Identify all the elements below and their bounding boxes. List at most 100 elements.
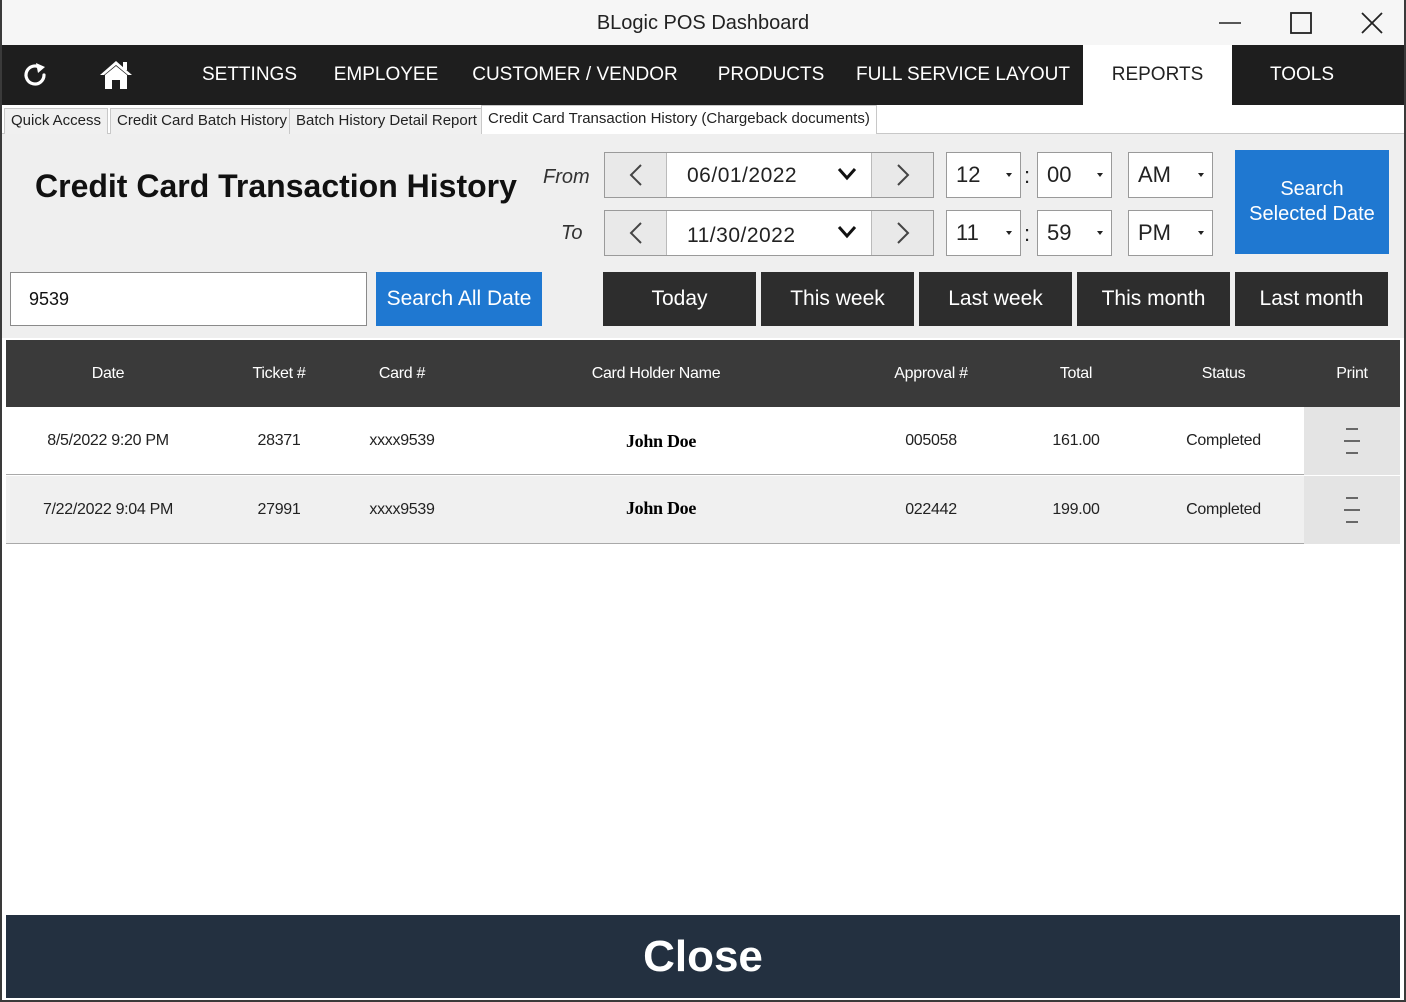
from-date-value: 06/01/2022	[687, 164, 798, 187]
today-button[interactable]: Today	[603, 272, 756, 326]
cell-card-holder-name: John Doe	[625, 431, 697, 451]
close-button[interactable]: Close	[6, 915, 1400, 998]
nav-customer-vendor[interactable]: CUSTOMER / VENDOR	[464, 45, 686, 105]
tab-credit-card-batch-history[interactable]: Credit Card Batch History	[110, 108, 295, 134]
to-ampm-value: PM	[1138, 220, 1171, 245]
title-bar: BLogic POS Dashboard	[2, 0, 1404, 45]
cell-total: 161.00	[1052, 432, 1100, 449]
minimize-icon	[1219, 22, 1241, 24]
to-ampm-select[interactable]: PM	[1128, 210, 1213, 256]
cell-approval: 022442	[905, 501, 957, 518]
chevron-down-icon	[837, 226, 857, 239]
main-nav: SETTINGS EMPLOYEE CUSTOMER / VENDOR PROD…	[2, 45, 1404, 105]
maximize-icon	[1290, 12, 1312, 34]
window-close-button[interactable]	[1344, 4, 1400, 42]
col-approval[interactable]: Approval #	[866, 340, 996, 407]
cell-status: Completed	[1186, 432, 1261, 449]
to-label: To	[561, 222, 583, 244]
to-date-picker[interactable]: 11/30/2022	[604, 210, 934, 256]
to-date-dropdown[interactable]	[837, 222, 857, 247]
this-week-button[interactable]: This week	[761, 272, 914, 326]
dropdown-arrow-icon	[1198, 173, 1204, 177]
last-month-button[interactable]: Last month	[1235, 272, 1388, 326]
menu-icon	[1344, 497, 1360, 523]
minimize-button[interactable]	[1202, 4, 1258, 42]
to-minute-select[interactable]: 59	[1037, 210, 1112, 256]
filter-panel: Credit Card Transaction History From To …	[2, 134, 1404, 338]
nav-tools[interactable]: TOOLS	[1242, 45, 1362, 105]
page-title: Credit Card Transaction History	[35, 168, 517, 204]
dropdown-arrow-icon	[1198, 231, 1204, 235]
table-empty-area	[6, 545, 1400, 915]
print-button[interactable]	[1304, 407, 1400, 475]
this-month-button[interactable]: This month	[1077, 272, 1230, 326]
cell-approval: 005058	[905, 432, 957, 449]
table-row[interactable]: 8/5/2022 9:20 PM 28371 xxxx9539 John Doe…	[6, 407, 1400, 475]
nav-reports[interactable]: REPORTS	[1083, 45, 1232, 105]
tab-batch-history-detail-report[interactable]: Batch History Detail Report	[289, 108, 484, 134]
from-minute-value: 00	[1047, 162, 1072, 187]
col-card-holder-name[interactable]: Card Holder Name	[556, 340, 756, 407]
from-date-next-button[interactable]	[871, 153, 933, 197]
maximize-button[interactable]	[1273, 4, 1329, 42]
table-header: Date Ticket # Card # Card Holder Name Ap…	[6, 340, 1400, 407]
to-hour-value: 11	[956, 220, 979, 245]
tab-credit-card-transaction-history[interactable]: Credit Card Transaction History (Chargeb…	[481, 105, 877, 135]
col-date[interactable]: Date	[28, 340, 188, 407]
from-hour-value: 12	[956, 162, 981, 187]
app-window: BLogic POS Dashboard SETTINGS EMPLOYEE C…	[0, 0, 1406, 1002]
chevron-right-icon	[896, 222, 909, 244]
chevron-left-icon	[629, 222, 642, 244]
print-button[interactable]	[1304, 476, 1400, 544]
dropdown-arrow-icon	[1006, 231, 1012, 235]
nav-employee[interactable]: EMPLOYEE	[320, 45, 452, 105]
to-date-next-button[interactable]	[871, 211, 933, 255]
time-separator: :	[1024, 163, 1031, 188]
col-print: Print	[1336, 365, 1368, 382]
menu-icon	[1344, 428, 1360, 454]
table-row[interactable]: 7/22/2022 9:04 PM 27991 xxxx9539 John Do…	[6, 476, 1400, 544]
cell-total: 199.00	[1052, 501, 1100, 518]
cell-card: xxxx9539	[369, 432, 435, 449]
col-total[interactable]: Total	[1026, 340, 1126, 407]
nav-full-service-layout[interactable]: FULL SERVICE LAYOUT	[850, 45, 1076, 105]
to-date-value: 11/30/2022	[687, 224, 796, 247]
col-card[interactable]: Card #	[351, 340, 453, 407]
chevron-right-icon	[896, 164, 909, 186]
from-date-prev-button[interactable]	[605, 153, 667, 197]
home-icon	[100, 61, 132, 89]
from-hour-select[interactable]: 12	[946, 152, 1021, 198]
from-minute-select[interactable]: 00	[1037, 152, 1112, 198]
from-date-dropdown[interactable]	[837, 164, 857, 189]
home-button[interactable]	[98, 57, 134, 93]
col-status[interactable]: Status	[1166, 340, 1281, 407]
search-selected-line1: Search	[1280, 178, 1344, 200]
nav-settings[interactable]: SETTINGS	[187, 45, 312, 105]
to-minute-value: 59	[1047, 220, 1072, 245]
to-date-prev-button[interactable]	[605, 211, 667, 255]
to-hour-select[interactable]: 11	[946, 210, 1021, 256]
refresh-button[interactable]	[17, 57, 53, 93]
time-separator: :	[1024, 221, 1031, 246]
cell-status: Completed	[1186, 501, 1261, 518]
search-all-date-button[interactable]: Search All Date	[376, 272, 542, 326]
search-input[interactable]: 9539	[10, 272, 367, 326]
search-selected-date-button[interactable]: Search Selected Date	[1235, 150, 1389, 254]
from-ampm-select[interactable]: AM	[1128, 152, 1213, 198]
cell-card-holder-name: John Doe	[625, 498, 697, 518]
cell-date: 8/5/2022 9:20 PM	[47, 432, 169, 449]
dropdown-arrow-icon	[1006, 173, 1012, 177]
search-selected-line2: Selected Date	[1249, 203, 1375, 225]
nav-products[interactable]: PRODUCTS	[707, 45, 835, 105]
refresh-icon	[24, 63, 46, 86]
from-date-picker[interactable]: 06/01/2022	[604, 152, 934, 198]
chevron-left-icon	[629, 164, 642, 186]
tab-quick-access[interactable]: Quick Access	[4, 108, 109, 134]
dropdown-arrow-icon	[1097, 231, 1103, 235]
cell-ticket: 28371	[257, 432, 301, 449]
last-week-button[interactable]: Last week	[919, 272, 1072, 326]
cell-ticket: 27991	[257, 501, 301, 518]
col-ticket[interactable]: Ticket #	[226, 340, 332, 407]
cell-date: 7/22/2022 9:04 PM	[42, 501, 174, 518]
report-tabs: Quick Access Credit Card Batch History B…	[2, 105, 1404, 135]
